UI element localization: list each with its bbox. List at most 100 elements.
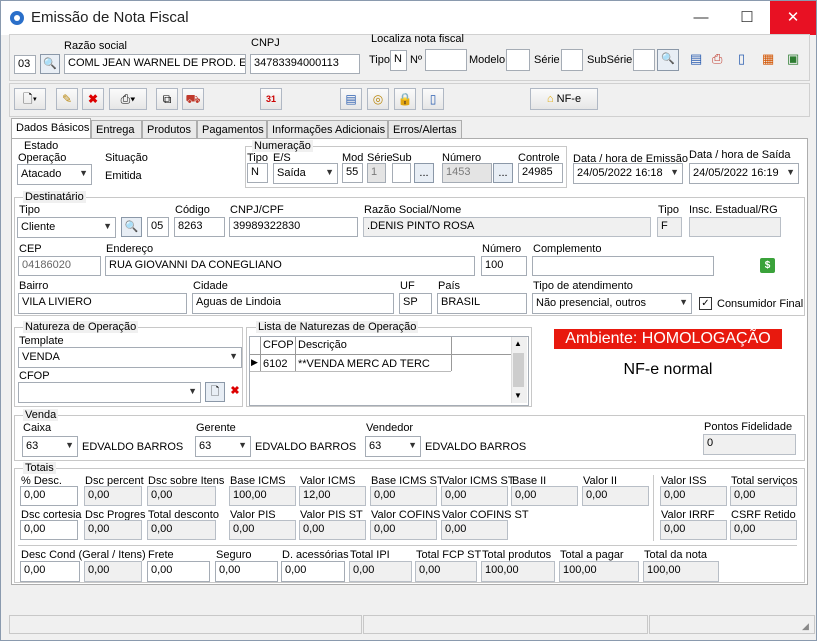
consumidor-final-checkbox[interactable]: ✓ [699, 297, 712, 310]
delete-button[interactable]: ✖ [82, 88, 104, 110]
dest-subcode-field[interactable]: 05 [147, 217, 169, 237]
tab-erros-alertas[interactable]: Erros/Alertas [388, 120, 462, 138]
dest-numero-field[interactable]: 100 [481, 256, 527, 276]
minimize-button[interactable]: — [678, 1, 724, 35]
base-icms-st-field[interactable]: 0,00 [370, 486, 437, 506]
scrollbar-thumb[interactable] [513, 353, 524, 387]
operacao-select[interactable]: Atacado ▼ [17, 164, 92, 185]
empresa-code-field[interactable]: 03 [14, 55, 36, 74]
valor-cofins-st-field[interactable]: 0,00 [441, 520, 508, 540]
tab-produtos[interactable]: Produtos [142, 120, 197, 138]
print-button[interactable]: ⎙▾ [109, 88, 147, 110]
total-desconto-field[interactable]: 0,00 [147, 520, 216, 540]
scroll-down-icon[interactable]: ▼ [514, 391, 522, 400]
localiza-search-button[interactable]: 🔍 [657, 49, 679, 71]
num-serie-field[interactable]: 1 [367, 163, 386, 183]
dest-cidade-field[interactable]: Aguas de Lindoia [192, 293, 394, 314]
frete-field[interactable]: 0,00 [147, 561, 210, 582]
dollar-icon[interactable]: $ [760, 258, 775, 273]
form-button[interactable]: ▤ [340, 88, 362, 110]
dest-uf-field[interactable]: SP [399, 293, 432, 314]
total-fcp-st-field[interactable]: 0,00 [415, 561, 477, 582]
num-numero-field[interactable]: 1453 [442, 163, 492, 183]
base-icms-field[interactable]: 100,00 [229, 486, 296, 506]
coins-button[interactable]: ◎ [367, 88, 389, 110]
template-select[interactable]: VENDA ▼ [18, 347, 242, 368]
dest-complemento-field[interactable] [532, 256, 714, 276]
copy-button[interactable]: ⧉ [156, 88, 178, 110]
dest-endereco-field[interactable]: RUA GIOVANNI DA CONEGLIANO [105, 256, 475, 276]
desc-cond-itens-field[interactable]: 0,00 [84, 561, 142, 582]
cfop-select[interactable]: ▼ [18, 382, 201, 403]
acessorias-field[interactable]: 0,00 [281, 561, 345, 582]
cnpj-field[interactable]: 34783394000113 [250, 54, 360, 74]
total-ipi-field[interactable]: 0,00 [349, 561, 412, 582]
tab-entrega[interactable]: Entrega [91, 120, 142, 138]
dest-razao-field[interactable]: .DENIS PINTO ROSA [363, 217, 651, 237]
saida-datetime[interactable]: 24/05/2022 16:19 ▼ [689, 163, 799, 184]
emissao-datetime[interactable]: 24/05/2022 16:18 ▼ [573, 163, 683, 184]
total-produtos-field[interactable]: 100,00 [481, 561, 555, 582]
num-mod-field[interactable]: 55 [342, 163, 363, 183]
search-empresa-button[interactable]: 🔍 [40, 54, 60, 74]
close-button[interactable]: ✕ [770, 1, 816, 35]
grid-icon[interactable]: ▦ [762, 51, 774, 67]
new-button[interactable]: 🗋▾ [14, 88, 46, 110]
localiza-tipo-field[interactable]: N [390, 50, 407, 71]
valor-icms-st-field[interactable]: 0,00 [441, 486, 508, 506]
dest-tipo2-field[interactable]: F [657, 217, 682, 237]
maximize-button[interactable]: ☐ [724, 1, 770, 35]
num-tipo-field[interactable]: N [247, 163, 268, 183]
valor-icms-field[interactable]: 12,00 [299, 486, 366, 506]
truck-button[interactable]: ⛟ [182, 88, 204, 110]
tab-dados-basicos[interactable]: Dados Básicos [11, 118, 91, 139]
dsc-itens-field[interactable]: 0,00 [147, 486, 216, 506]
dsc-percent-field[interactable]: 0,00 [84, 486, 142, 506]
grid-col-cfop[interactable]: CFOP [263, 339, 294, 351]
tab-informacoes-adicionais[interactable]: Informações Adicionais [267, 120, 388, 138]
valor-pis-field[interactable]: 0,00 [229, 520, 296, 540]
lock-button[interactable]: 🔒 [394, 88, 416, 110]
localiza-numero-field[interactable] [425, 49, 467, 71]
desc-cond-geral-field[interactable]: 0,00 [20, 561, 80, 582]
num-sub-field[interactable] [392, 163, 411, 183]
num-sub-lookup-button[interactable]: ... [414, 163, 434, 183]
dest-cep-field[interactable]: 04186020 [18, 256, 101, 276]
total-nota-field[interactable]: 100,00 [643, 561, 719, 582]
num-es-select[interactable]: Saída ▼ [273, 163, 338, 184]
pct-desc-field[interactable]: 0,00 [20, 486, 78, 506]
valor-ii-field[interactable]: 0,00 [582, 486, 649, 506]
localiza-modelo-field[interactable] [506, 49, 530, 71]
tab-pagamentos[interactable]: Pagamentos [197, 120, 267, 138]
seguro-field[interactable]: 0,00 [215, 561, 278, 582]
dest-ie-field[interactable] [689, 217, 781, 237]
dest-pais-field[interactable]: BRASIL [437, 293, 527, 314]
total-pagar-field[interactable]: 100,00 [559, 561, 639, 582]
valor-pis-st-field[interactable]: 0,00 [299, 520, 366, 540]
dsc-cortesia-field[interactable]: 0,00 [20, 520, 78, 540]
edit-button[interactable]: ✎ [56, 88, 78, 110]
num-numero-lookup-button[interactable]: ... [493, 163, 513, 183]
grid-col-descricao[interactable]: Descrição [298, 339, 347, 351]
dest-search-button[interactable]: 🔍 [121, 217, 142, 237]
calendar-button[interactable]: 31 [260, 88, 282, 110]
dest-bairro-field[interactable]: VILA LIVIERO [18, 293, 187, 314]
cfop-delete-button[interactable]: ✖ [225, 382, 245, 402]
pontos-field[interactable]: 0 [703, 434, 796, 455]
num-controle-field[interactable]: 24985 [518, 163, 563, 183]
caixa-select[interactable]: 63 ▼ [22, 436, 78, 457]
vendedor-select[interactable]: 63 ▼ [365, 436, 421, 457]
dest-codigo-field[interactable]: 8263 [174, 217, 225, 237]
notes-button[interactable]: ▯ [422, 88, 444, 110]
base-ii-field[interactable]: 0,00 [511, 486, 578, 506]
print-icon[interactable]: ⎙ [712, 51, 722, 67]
report-icon[interactable]: ▣ [787, 51, 799, 67]
razao-social-field[interactable]: COML JEAN WARNEL DE PROD. ESP. [64, 54, 246, 74]
localiza-serie-field[interactable] [561, 49, 583, 71]
valor-irrf-field[interactable]: 0,00 [660, 520, 727, 540]
valor-iss-field[interactable]: 0,00 [660, 486, 727, 506]
list-icon[interactable]: ▤ [690, 51, 702, 67]
total-servicos-field[interactable]: 0,00 [730, 486, 797, 506]
dest-tipo-select[interactable]: Cliente ▼ [17, 217, 116, 238]
nfe-button[interactable]: ⌂ NF-e [530, 88, 598, 110]
